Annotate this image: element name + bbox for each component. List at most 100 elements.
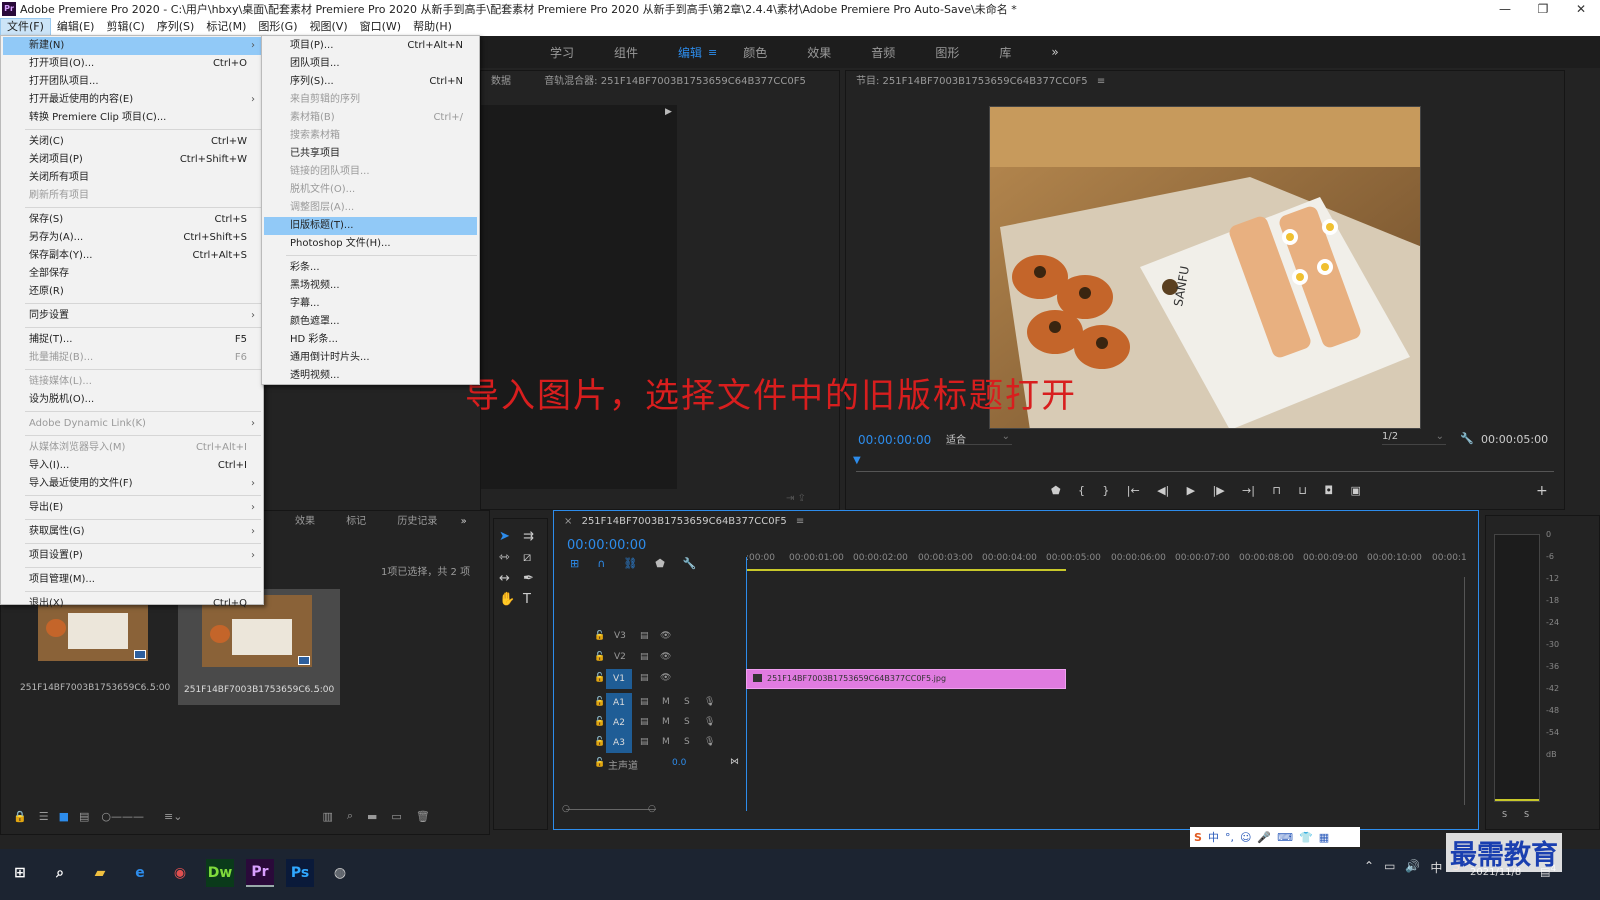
lock-track-icon[interactable]: 🔓 — [594, 697, 605, 707]
restore-button[interactable]: ❐ — [1524, 0, 1562, 18]
menu-item[interactable]: 转换 Premiere Clip 项目(C)... — [3, 109, 261, 127]
punct-icon[interactable]: °, — [1225, 831, 1234, 844]
panel-menu-icon[interactable]: ≡ — [1097, 76, 1105, 87]
freeform-view-icon[interactable]: ▤ — [79, 810, 89, 823]
mic-ime-icon[interactable]: 🎤 — [1257, 831, 1271, 844]
menu-graphics[interactable]: 图形(G) — [252, 18, 303, 36]
menu-item[interactable]: 打开最近使用的内容(E) › — [3, 91, 261, 109]
mute-button[interactable]: M — [662, 697, 670, 707]
app-icon[interactable]: ◉ — [166, 859, 194, 887]
menu-item[interactable]: 关闭所有项目 — [3, 169, 261, 187]
menu-clip[interactable]: 剪辑(C) — [100, 18, 150, 36]
search-icon[interactable]: ⌕ — [46, 859, 74, 887]
eye-icon[interactable]: 👁 — [660, 652, 671, 662]
menu-item[interactable]: 项目(P)... Ctrl+Alt+N — [264, 37, 477, 55]
menu-item[interactable]: 保存(S) Ctrl+S — [3, 211, 261, 229]
timeline-clip[interactable]: 251F14BF7003B1753659C64B377CC0F5.jpg — [746, 669, 1066, 689]
fit-dropdown[interactable]: 适合 ⌄ — [946, 431, 1012, 446]
menu-item[interactable]: 导出(E) › — [3, 499, 261, 517]
workspace-learn[interactable]: 学习 — [550, 44, 574, 61]
menu-view[interactable]: 视图(V) — [304, 18, 354, 36]
keyboard-icon[interactable]: ⌨ — [1277, 831, 1293, 844]
menu-item[interactable]: 同步设置 › — [3, 307, 261, 325]
wrench-icon[interactable]: 🔧 — [1460, 432, 1474, 445]
workspace-more-icon[interactable]: » — [1051, 45, 1058, 59]
menu-markers[interactable]: 标记(M) — [200, 18, 252, 36]
solo-button[interactable]: S — [684, 717, 690, 727]
menu-item[interactable]: 保存副本(Y)... Ctrl+Alt+S — [3, 247, 261, 265]
lock-icon[interactable]: 🔒 — [13, 810, 27, 823]
menu-item[interactable]: 新建(N) › — [3, 37, 261, 55]
track-label[interactable]: V2 — [614, 652, 626, 662]
menu-file[interactable]: 文件(F) — [0, 18, 51, 36]
razor-tool-icon[interactable]: ⧄ — [523, 550, 547, 565]
camera-icon[interactable]: ◘ — [1324, 484, 1333, 497]
history-tab[interactable]: 历史记录 — [397, 516, 437, 527]
scroll-end-handle[interactable]: ○ — [648, 804, 656, 814]
playhead-icon[interactable]: ▼ — [853, 455, 861, 466]
compare-icon[interactable]: ▣ — [1350, 484, 1360, 497]
hand-tool-icon[interactable]: ✋ — [499, 592, 523, 607]
sync-lock-icon[interactable]: ▤ — [640, 697, 649, 707]
selection-tool-icon[interactable]: ➤ — [499, 529, 523, 544]
linked-selection-icon[interactable]: ⛓ — [623, 557, 637, 570]
solo-button[interactable]: S — [684, 697, 690, 707]
lock-track-icon[interactable]: 🔓 — [594, 737, 605, 747]
lock-track-icon[interactable]: 🔓 — [594, 652, 605, 662]
mark-out-icon[interactable]: } — [1102, 484, 1109, 497]
menu-item[interactable]: 获取属性(G) › — [3, 523, 261, 541]
sogou-icon[interactable]: S — [1194, 831, 1202, 844]
play-arrow-icon[interactable]: ▶ — [665, 107, 672, 117]
workspace-menu-icon[interactable]: ≡ — [708, 46, 717, 59]
workspace-color[interactable]: 颜色 — [743, 44, 767, 61]
mic-icon[interactable]: 🎙 — [704, 717, 715, 727]
pen-tool-icon[interactable]: ✒ — [523, 571, 547, 586]
vertical-scroll[interactable] — [1464, 577, 1465, 805]
program-timecode[interactable]: 00:00:00:00 — [858, 433, 931, 447]
track-select-tool-icon[interactable]: ⇉ — [523, 529, 547, 544]
menu-item[interactable]: 已共享项目 — [264, 145, 477, 163]
windows-start-icon[interactable]: ⊞ — [6, 859, 34, 887]
master-value[interactable]: 0.0 — [672, 758, 686, 768]
lock-track-icon[interactable]: 🔓 — [594, 631, 605, 641]
workspace-assembly[interactable]: 组件 — [614, 44, 638, 61]
menu-item[interactable]: 旧版标题(T)... — [264, 217, 477, 235]
file-explorer-icon[interactable]: ▰ — [86, 859, 114, 887]
menu-item[interactable]: 打开项目(O)... Ctrl+O — [3, 55, 261, 73]
clear-icon[interactable]: 🗑 — [416, 810, 430, 823]
timeline-ruler[interactable]: :00:00 00:00:01:00 00:00:02:00 00:00:03:… — [746, 551, 1467, 573]
workspace-libraries[interactable]: 库 — [999, 44, 1011, 61]
menu-edit[interactable]: 编辑(E) — [51, 18, 101, 36]
menu-item[interactable]: 项目设置(P) › — [3, 547, 261, 565]
add-marker-tl-icon[interactable]: ⬟ — [655, 557, 665, 570]
sync-lock-icon[interactable]: ▤ — [640, 673, 649, 683]
mark-in-icon[interactable]: { — [1078, 484, 1085, 497]
step-forward-icon[interactable]: |▶ — [1212, 484, 1224, 497]
step-back-icon[interactable]: ◀| — [1157, 484, 1169, 497]
premiere-icon[interactable]: Pr — [246, 859, 274, 887]
track-label[interactable]: A3 — [606, 733, 632, 753]
slip-tool-icon[interactable]: ↔ — [499, 571, 523, 586]
sync-lock-icon[interactable]: ▤ — [640, 652, 649, 662]
eye-icon[interactable]: 👁 — [660, 673, 671, 683]
workspace-graphics[interactable]: 图形 — [935, 44, 959, 61]
track-label[interactable]: A2 — [606, 713, 632, 733]
work-area-bar[interactable] — [746, 569, 1066, 571]
solo-button[interactable]: S — [684, 737, 690, 747]
browser-icon[interactable]: ◍ — [326, 859, 354, 887]
close-button[interactable]: ✕ — [1562, 0, 1600, 18]
sort-icon[interactable]: ≡⌄ — [164, 810, 182, 823]
menu-item[interactable]: 另存为(A)... Ctrl+Shift+S — [3, 229, 261, 247]
menu-item[interactable]: 打开团队项目... — [3, 73, 261, 91]
lock-track-icon[interactable]: 🔓 — [594, 673, 605, 683]
emoji-icon[interactable]: ☺ — [1240, 831, 1251, 844]
lock-track-icon[interactable]: 🔓 — [594, 758, 605, 768]
nest-icon[interactable]: ⊞ — [570, 557, 579, 570]
list-view-icon[interactable]: ☰ — [39, 810, 49, 823]
menu-item[interactable]: 关闭项目(P) Ctrl+Shift+W — [3, 151, 261, 169]
horizontal-scroll[interactable] — [566, 809, 656, 810]
extract-icon[interactable]: ⊔ — [1298, 484, 1307, 497]
new-item-icon[interactable]: ▭ — [391, 810, 401, 823]
workspace-effects[interactable]: 效果 — [807, 44, 831, 61]
menu-sequence[interactable]: 序列(S) — [151, 18, 201, 36]
